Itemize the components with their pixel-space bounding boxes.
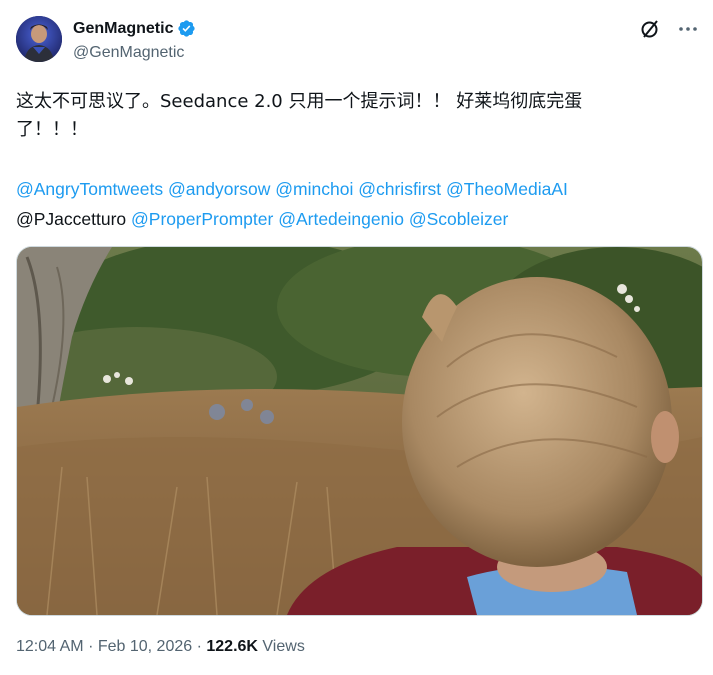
views-label: Views (262, 638, 305, 655)
author-display-name[interactable]: GenMagnetic (73, 20, 173, 38)
more-dots-icon[interactable] (677, 18, 699, 40)
meta-separator: · (196, 638, 202, 655)
mention-link[interactable]: @Scobleizer (409, 209, 508, 229)
author-name-row: GenMagnetic (73, 19, 196, 38)
tweet-text: 这太不可思议了。Seedance 2.0 只用一个提示词！！ 好莱坞彻底完蛋 了… (16, 88, 696, 144)
mentions-line-1: @AngryTomtweets @andyorsow @minchoi @chr… (16, 174, 706, 204)
tweet-text-line-2: 了！！！ (16, 119, 88, 140)
tweet-date[interactable]: Feb 10, 2026 (98, 638, 192, 655)
mention-link[interactable]: @TheoMediaAI (446, 179, 568, 199)
mention-link[interactable]: @andyorsow (168, 179, 270, 199)
meta-separator: · (88, 638, 94, 655)
author-handle[interactable]: @GenMagnetic (73, 44, 184, 62)
mention-link[interactable]: @Artedeingenio (278, 209, 404, 229)
video-frame-image (17, 247, 702, 615)
avatar[interactable] (16, 16, 62, 62)
tweet-time[interactable]: 12:04 AM (16, 638, 84, 655)
avatar-image (16, 16, 62, 62)
mention-link[interactable]: @minchoi (275, 179, 353, 199)
mention-link[interactable]: @AngryTomtweets (16, 179, 163, 199)
tweet-video[interactable] (16, 246, 703, 616)
slashed-circle-icon[interactable] (639, 18, 661, 40)
mention-link[interactable]: @chrisfirst (358, 179, 441, 199)
tweet-text-line-1: 这太不可思议了。Seedance 2.0 只用一个提示词！！ 好莱坞彻底完蛋 (16, 91, 583, 112)
tweet-actions (639, 18, 699, 40)
mention-text-plain: @PJaccetturo (16, 209, 127, 229)
mention-link[interactable]: @ProperPrompter (131, 209, 273, 229)
views-count: 122.6K (206, 638, 258, 655)
tweet-meta: 12:04 AM · Feb 10, 2026 · 122.6K Views (16, 638, 305, 656)
verified-badge-icon[interactable] (177, 19, 196, 38)
mentions-line-2: @PJaccetturo @ProperPrompter @Artedeinge… (16, 204, 706, 234)
tweet-mentions: @AngryTomtweets @andyorsow @minchoi @chr… (16, 174, 706, 234)
